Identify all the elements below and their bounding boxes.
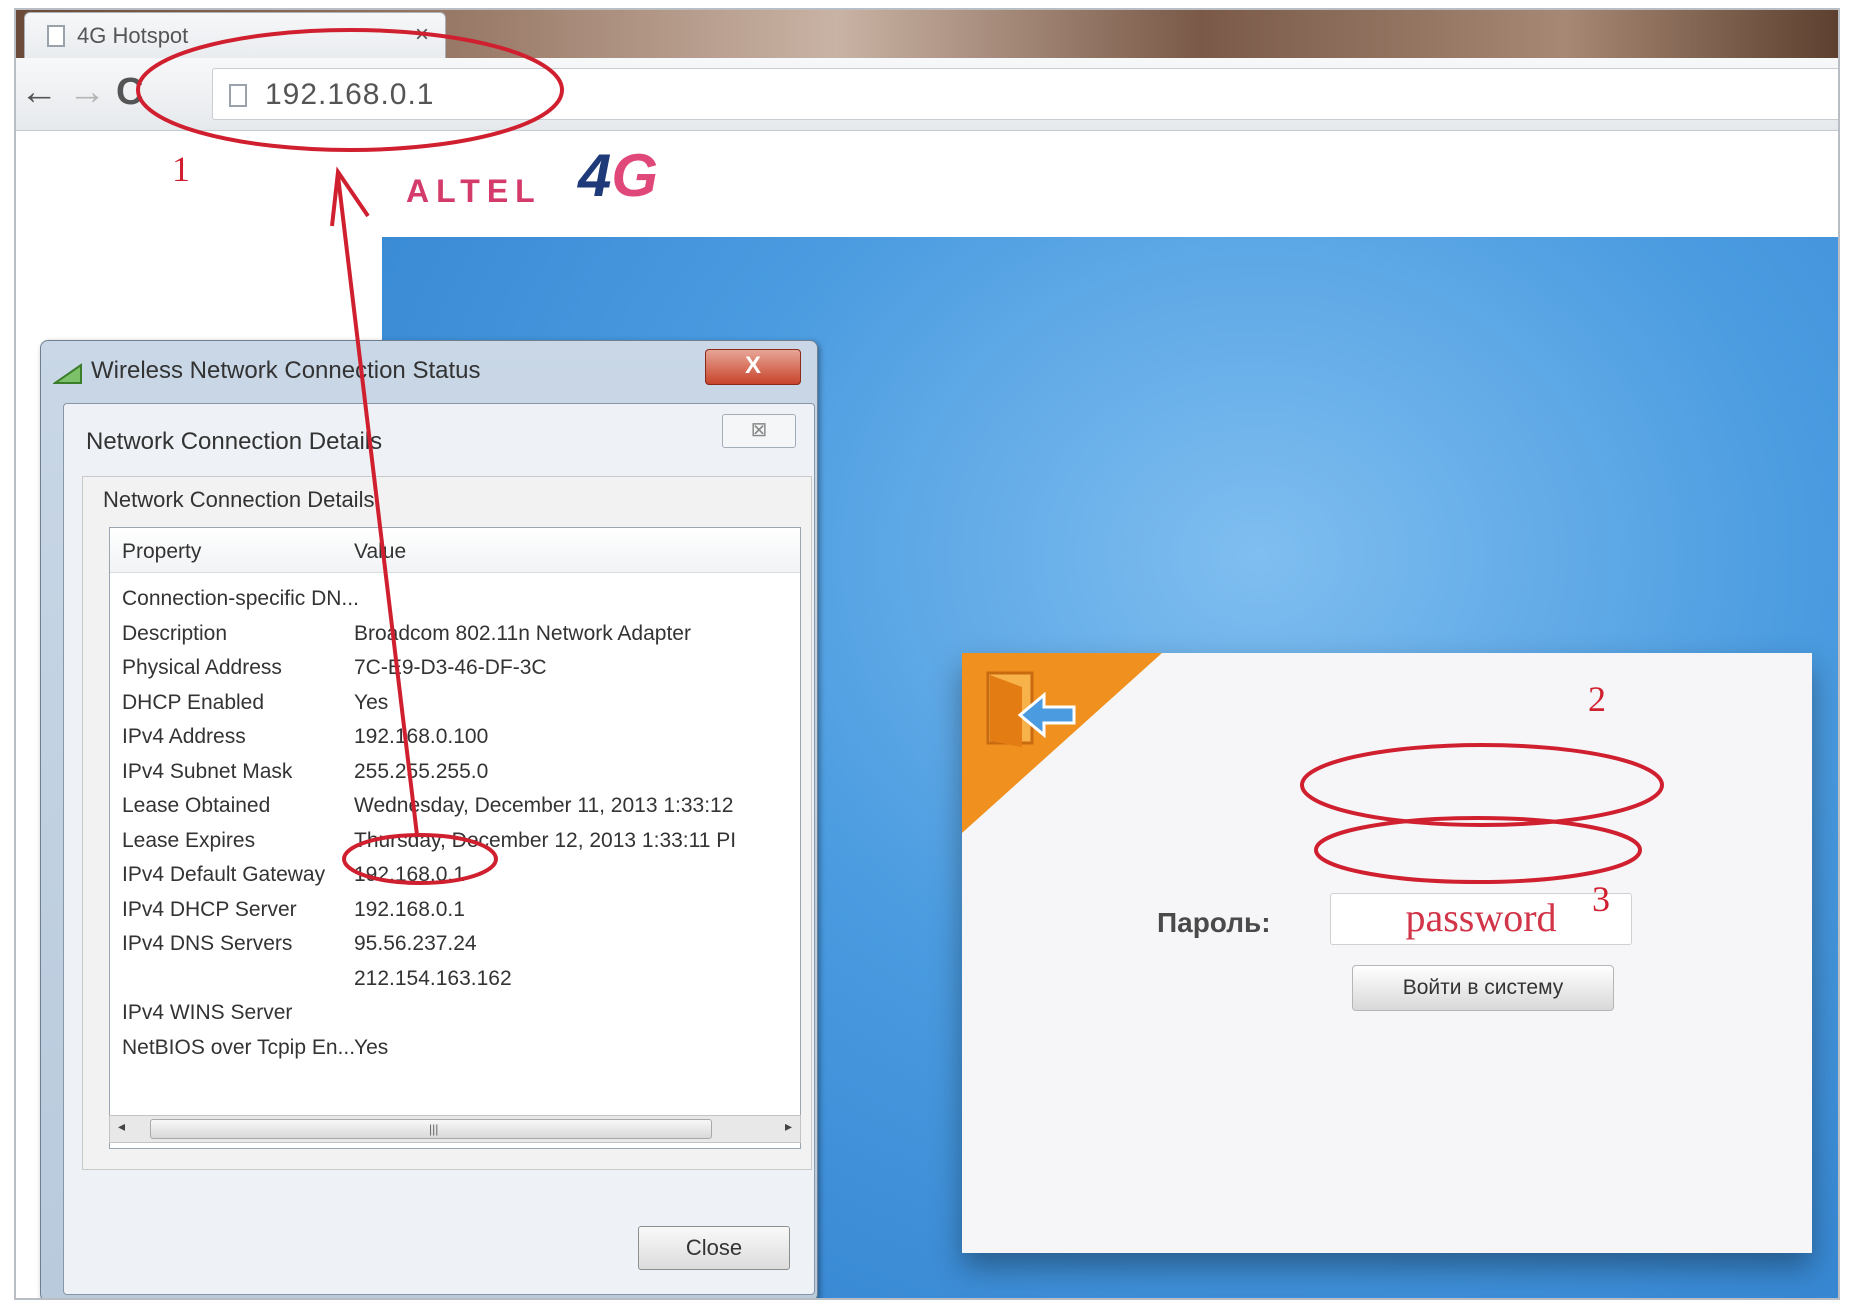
close-button[interactable]: Close — [638, 1226, 790, 1270]
column-header-property[interactable]: Property — [122, 540, 201, 564]
row-value: 192.168.0.100 — [354, 725, 489, 748]
row-property: DHCP Enabled — [122, 690, 265, 714]
row-value: Wednesday, December 11, 2013 1:33:12 — [354, 794, 734, 817]
reload-icon[interactable]: C — [116, 72, 143, 112]
table-row[interactable]: IPv4 DHCP Server 192.168.0.1 — [110, 895, 800, 925]
table-row[interactable]: Description Broadcom 802.11n Network Adap… — [110, 619, 800, 649]
page-icon — [229, 84, 247, 107]
details-group: Network Connection Details Property Valu… — [82, 476, 812, 1170]
table-row[interactable]: Lease Obtained Wednesday, December 11, 20… — [110, 791, 800, 821]
row-property: NetBIOS over Tcpip En... — [122, 1035, 356, 1059]
row-property: IPv4 DHCP Server — [122, 897, 297, 921]
row-property: Description — [122, 621, 228, 645]
row-property: IPv4 Address — [122, 725, 246, 748]
row-value: 255.255.255.0 — [354, 759, 489, 783]
tab-close-icon[interactable]: × — [415, 21, 429, 49]
row-value: 95.56.237.24 — [354, 932, 477, 955]
details-table[interactable]: Property Value Connection-specific DN...… — [109, 527, 801, 1149]
row-property: IPv4 DNS Servers — [122, 932, 293, 955]
table-row[interactable]: 212.154.163.162 — [110, 964, 800, 994]
wireless-signal-icon — [53, 363, 82, 384]
step-number-2: 2 — [1588, 679, 1606, 719]
group-title: Network Connection Details — [103, 487, 375, 512]
dialog-title: Network Connection Details — [86, 428, 383, 455]
row-property: Connection-specific DN... — [122, 587, 359, 610]
row-value: 212.154.163.162 — [354, 966, 512, 990]
table-row[interactable]: Connection-specific DN... — [110, 584, 800, 614]
table-row[interactable]: IPv4 Address 192.168.0.100 — [110, 722, 800, 752]
screenshot-frame: 4G Hotspot × ← → C 192.168.0.1 ALTEL 4G — [14, 8, 1840, 1300]
table-header: Property Value — [110, 528, 800, 573]
table-row[interactable]: Physical Address 7C-E9-D3-46-DF-3C — [110, 653, 800, 683]
scroll-right-icon[interactable]: ▸ — [785, 1118, 792, 1135]
connection-details-dialog: Network Connection Details ⊠ Network Con… — [63, 403, 815, 1295]
url-text: 192.168.0.1 — [265, 78, 435, 111]
step-number-1: 1 — [172, 149, 190, 189]
row-property: IPv4 Default Gateway — [122, 863, 326, 886]
row-property: Lease Obtained — [122, 794, 271, 817]
login-card: Пароль: password Войти в систему — [962, 653, 1812, 1253]
row-property: IPv4 Subnet Mask — [122, 759, 293, 783]
row-property: IPv4 WINS Server — [122, 1001, 293, 1024]
page-icon — [47, 25, 65, 47]
horizontal-scrollbar[interactable]: ◂ ||| ▸ — [109, 1115, 801, 1143]
table-row[interactable]: IPv4 Default Gateway 192.168.0.1 — [110, 860, 800, 890]
table-row[interactable]: IPv4 Subnet Mask 255.255.255.0 — [110, 757, 800, 787]
tab-title: 4G Hotspot — [77, 23, 189, 48]
step-number-3: 3 — [1592, 879, 1610, 919]
table-row[interactable]: NetBIOS over Tcpip En... Yes — [110, 1033, 800, 1063]
password-field[interactable]: password — [1330, 893, 1632, 945]
window-close-button[interactable]: X — [705, 349, 801, 385]
brand-word: ALTEL — [406, 173, 542, 209]
wireless-status-window: Wireless Network Connection Status X Net… — [40, 340, 818, 1298]
row-value: 192.168.0.1 — [354, 897, 465, 921]
row-value: Broadcom 802.11n Network Adapter — [354, 621, 691, 645]
dialog-close-icon[interactable]: ⊠ — [722, 414, 796, 448]
row-value: Thursday, December 12, 2013 1:33:11 PI — [354, 828, 737, 852]
scroll-thumb[interactable]: ||| — [150, 1119, 712, 1139]
row-property: Lease Expires — [122, 828, 256, 852]
row-value: 7C-E9-D3-46-DF-3C — [354, 656, 547, 679]
row-value: 192.168.0.1 — [354, 863, 465, 886]
table-row[interactable]: DHCP Enabled Yes — [110, 688, 800, 718]
window-title: Wireless Network Connection Status — [91, 357, 481, 384]
column-header-value[interactable]: Value — [354, 540, 406, 564]
browser-tabstrip: 4G Hotspot × — [16, 10, 1838, 59]
row-property: Physical Address — [122, 656, 282, 679]
forward-arrow-icon[interactable]: → — [68, 72, 106, 112]
scroll-grip-icon: ||| — [429, 1122, 439, 1136]
row-value: Yes — [354, 690, 389, 714]
table-row[interactable]: Lease Expires Thursday, December 12, 2013… — [110, 826, 800, 856]
login-arrow-icon — [986, 671, 1076, 747]
password-label: Пароль: — [1157, 907, 1271, 938]
browser-toolbar: ← → C 192.168.0.1 — [16, 58, 1838, 131]
browser-tab[interactable]: 4G Hotspot × — [24, 12, 446, 59]
brand-4g: 4G — [578, 142, 659, 209]
table-row[interactable]: IPv4 WINS Server — [110, 998, 800, 1028]
table-row[interactable]: IPv4 DNS Servers 95.56.237.24 — [110, 929, 800, 959]
login-button[interactable]: Войти в систему — [1352, 965, 1614, 1011]
back-arrow-icon[interactable]: ← — [20, 72, 58, 112]
row-value: Yes — [354, 1035, 389, 1059]
scroll-left-icon[interactable]: ◂ — [118, 1118, 125, 1135]
address-bar[interactable]: 192.168.0.1 — [212, 68, 1838, 120]
